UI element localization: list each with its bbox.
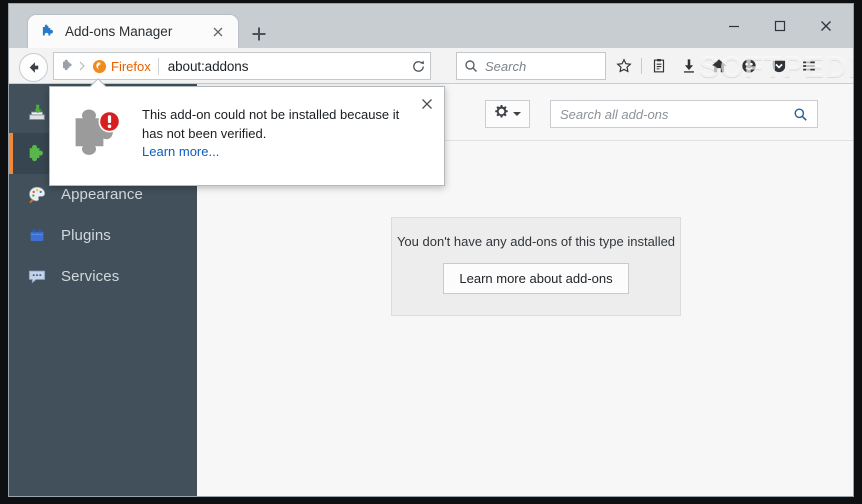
empty-state-panel: You don't have any add-ons of this type … <box>391 217 681 316</box>
title-bar: Add-ons Manager <box>9 4 853 48</box>
back-button[interactable] <box>19 53 48 82</box>
gear-icon <box>494 104 509 124</box>
identity-box[interactable] <box>54 53 89 79</box>
url-text[interactable]: about:addons <box>159 59 249 74</box>
home-icon[interactable] <box>704 52 734 80</box>
pocket-icon[interactable] <box>764 52 794 80</box>
puzzle-warning-icon <box>69 105 127 163</box>
sidebar-item-plugins[interactable]: Plugins <box>9 215 197 256</box>
toolbar-search-input[interactable]: Search <box>456 52 606 80</box>
notification-learn-more-link[interactable]: Learn more... <box>142 144 219 159</box>
tab-title: Add-ons Manager <box>65 24 173 39</box>
browser-window: Add-ons Manager Firefox about:addons Sea… <box>8 3 854 497</box>
search-icon <box>464 59 478 73</box>
download-icon[interactable] <box>674 52 704 80</box>
firefox-logo-icon <box>92 59 107 74</box>
notification-close-icon[interactable] <box>419 96 435 112</box>
notification-tail <box>90 78 108 87</box>
reload-icon[interactable] <box>404 52 432 80</box>
minimize-button[interactable] <box>711 11 757 41</box>
services-chat-icon <box>25 265 49 289</box>
close-icon[interactable] <box>210 24 226 40</box>
search-icon[interactable] <box>793 107 808 122</box>
learn-more-about-addons-button[interactable]: Learn more about add-ons <box>443 263 629 294</box>
window-controls <box>711 4 849 48</box>
plugins-brick-icon <box>25 224 49 248</box>
sidebar-label: Plugins <box>61 227 111 244</box>
sidebar-label: Appearance <box>61 186 143 203</box>
search-placeholder: Search <box>485 58 527 74</box>
appearance-palette-icon <box>25 183 49 207</box>
toolbar-divider <box>641 58 642 74</box>
maximize-button[interactable] <box>757 11 803 41</box>
puzzle-icon <box>40 24 57 41</box>
navigation-toolbar: Firefox about:addons Search <box>9 48 853 84</box>
hamburger-menu-icon[interactable] <box>794 52 824 80</box>
extensions-puzzle-icon <box>25 142 49 166</box>
empty-state-message: You don't have any add-ons of this type … <box>396 234 676 249</box>
bookmark-star-icon[interactable] <box>609 52 639 80</box>
toolbar-icons <box>609 52 824 80</box>
close-window-button[interactable] <box>803 11 849 41</box>
addons-search-input[interactable]: Search all add-ons <box>550 100 818 128</box>
firefox-brand-label: Firefox <box>111 58 151 74</box>
chevron-right-icon <box>77 52 87 80</box>
addons-search-placeholder: Search all add-ons <box>560 106 669 122</box>
get-addons-icon <box>25 101 49 125</box>
sidebar-label: Services <box>61 268 120 285</box>
puzzle-icon <box>60 58 76 74</box>
tools-gear-button[interactable] <box>485 100 530 128</box>
addon-install-notification: This add-on could not be installed becau… <box>49 86 445 186</box>
screenshot-root: Add-ons Manager Firefox about:addons Sea… <box>0 0 862 504</box>
notification-message: This add-on could not be installed becau… <box>142 107 400 141</box>
browser-tab-addons-manager[interactable]: Add-ons Manager <box>27 14 239 48</box>
library-icon[interactable] <box>644 52 674 80</box>
url-bar[interactable]: Firefox about:addons <box>53 52 431 80</box>
new-tab-button[interactable] <box>249 24 269 44</box>
firefox-brand: Firefox <box>89 59 158 74</box>
chevron-down-icon <box>513 112 521 116</box>
sidebar-item-services[interactable]: Services <box>9 256 197 297</box>
smiley-icon[interactable] <box>734 52 764 80</box>
